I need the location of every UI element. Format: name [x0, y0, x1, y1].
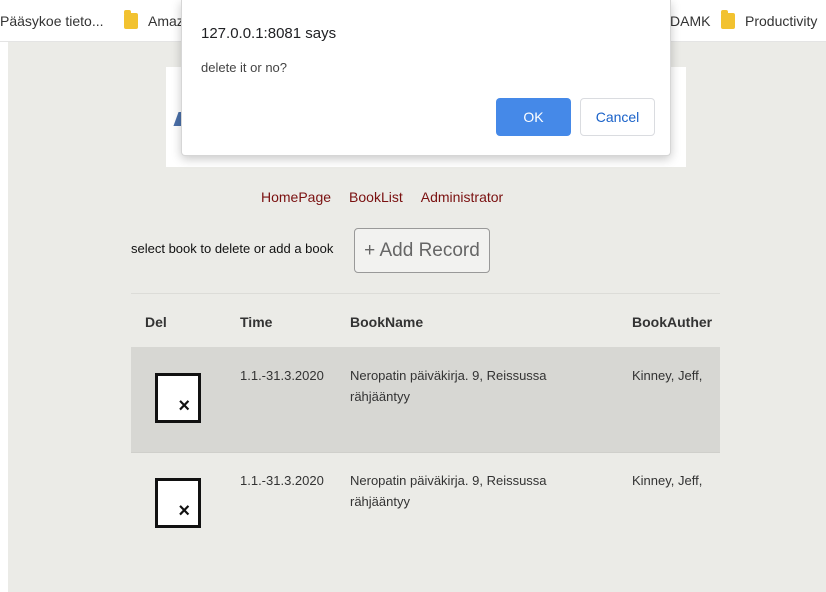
folder-icon	[721, 10, 735, 29]
nav-link-administrator[interactable]: Administrator	[421, 189, 503, 205]
bookmark-label: Amaz	[148, 13, 184, 29]
cell-bookname: Neropatin päiväkirja. 9, Reissussa rähjä…	[350, 368, 547, 404]
cell-author: Kinney, Jeff,	[632, 473, 703, 488]
main-nav: HomePage BookList Administrator	[261, 189, 503, 205]
divider	[131, 293, 720, 294]
column-header-bookname: BookName	[350, 314, 424, 330]
instruction-text: select book to delete or add a book	[131, 241, 334, 256]
bookmark-item[interactable]: Amaz	[124, 10, 184, 31]
delete-checkbox[interactable]: ×	[155, 478, 201, 528]
cancel-button[interactable]: Cancel	[580, 98, 655, 136]
dialog-title: 127.0.0.1:8081 says	[201, 25, 337, 42]
cell-author: Kinney, Jeff,	[632, 368, 703, 383]
delete-x-icon: ×	[178, 500, 190, 522]
bookmark-item[interactable]: DAMK	[670, 11, 710, 31]
cell-time: 1.1.-31.3.2020	[240, 368, 324, 383]
cell-time: 1.1.-31.3.2020	[240, 473, 324, 488]
column-header-time: Time	[240, 314, 273, 330]
add-record-button[interactable]: + Add Record	[354, 228, 490, 273]
bookmark-item[interactable]: Productivity	[721, 10, 818, 31]
bookmark-label: Productivity	[745, 13, 818, 29]
column-header-del: Del	[145, 314, 167, 330]
bookmark-label: Pääsykoe tieto...	[0, 13, 104, 29]
dialog-message: delete it or no?	[201, 60, 288, 75]
bookmark-label: DAMK	[670, 13, 711, 29]
nav-link-homepage[interactable]: HomePage	[261, 189, 331, 205]
confirm-dialog: 127.0.0.1:8081 says delete it or no? OK …	[181, 0, 671, 156]
folder-icon	[124, 10, 138, 29]
bookmark-item[interactable]: Pääsykoe tieto...	[0, 11, 104, 31]
cell-bookname: Neropatin päiväkirja. 9, Reissussa rähjä…	[350, 473, 547, 509]
ok-button[interactable]: OK	[496, 98, 571, 136]
table-row: × 1.1.-31.3.2020 Neropatin päiväkirja. 9…	[131, 347, 720, 452]
nav-link-booklist[interactable]: BookList	[349, 189, 403, 205]
column-header-author: BookAuther	[632, 314, 713, 330]
table-row: × 1.1.-31.3.2020 Neropatin päiväkirja. 9…	[131, 452, 720, 557]
delete-x-icon: ×	[178, 395, 190, 417]
delete-checkbox[interactable]: ×	[155, 373, 201, 423]
